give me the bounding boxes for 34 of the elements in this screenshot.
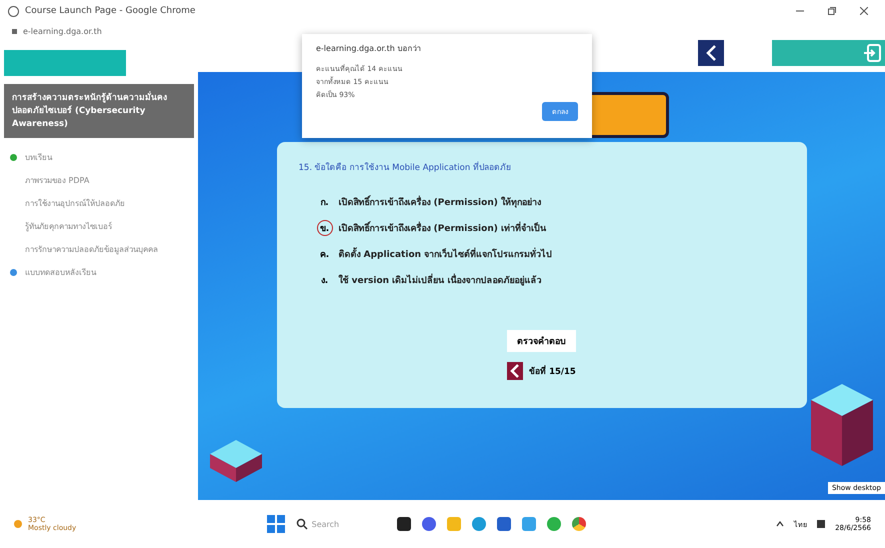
exit-icon bbox=[863, 44, 881, 62]
chevron-left-icon bbox=[705, 44, 717, 62]
chrome-icon[interactable] bbox=[572, 517, 586, 531]
chevron-up-icon[interactable] bbox=[776, 521, 784, 527]
choice-letter[interactable]: ข. bbox=[316, 220, 332, 236]
choice-text[interactable]: ติดตั้ง Application จากเว็บไซต์ที่แจกโปรแกรมทั่วไป bbox=[338, 247, 552, 261]
lesson-item[interactable]: รู้ทันภัยคุกคามทางไซเบอร์ bbox=[25, 220, 112, 234]
app-icon[interactable] bbox=[396, 517, 411, 531]
choice-letter[interactable]: ก. bbox=[316, 194, 332, 210]
chevron-left-icon bbox=[510, 364, 520, 378]
choice-text[interactable]: เปิดสิทธิ์การเข้าถึงเครื่อง (Permission) ให้ทุกอย่าง bbox=[338, 195, 541, 209]
search-icon bbox=[296, 518, 308, 530]
lesson-item[interactable]: การรักษาความปลอดภัยข้อมูลส่วนบุคคล bbox=[25, 243, 158, 256]
choice-text[interactable]: ใช้ version เดิมไม่เปลี่ยน เนื่องจากปลอดภัยอยู่แล้ว bbox=[338, 273, 542, 287]
lesson-item[interactable]: บทเรียน bbox=[25, 151, 52, 164]
dialog-title: e-learning.dga.or.th บอกว่า bbox=[316, 43, 422, 55]
choice-letter[interactable]: ง. bbox=[316, 272, 332, 288]
course-title: การสร้างความตระหนักรู้ด้านความมั่นคงปลอดภัยไซเบอร์ (Cybersecurity Awareness) bbox=[4, 84, 194, 138]
address-text[interactable]: e-learning.dga.or.th bbox=[23, 26, 102, 36]
close-icon[interactable] bbox=[860, 7, 868, 15]
start-icon[interactable] bbox=[266, 515, 285, 533]
back-button[interactable] bbox=[698, 40, 724, 66]
page-counter: ข้อที่ 15/15 bbox=[529, 364, 576, 378]
restore-icon[interactable] bbox=[828, 7, 836, 15]
lesson-item[interactable]: การใช้งานอุปกรณ์ให้ปลอดภัย bbox=[25, 197, 125, 210]
lesson-item[interactable]: ภาพรวมของ PDPA bbox=[25, 174, 90, 188]
choice-letter[interactable]: ค. bbox=[316, 246, 332, 262]
check-answer-button[interactable]: ตรวจคำตอบ bbox=[507, 330, 576, 352]
choice-text[interactable]: เปิดสิทธิ์การเข้าถึงเครื่อง (Permission) เท่าที่จำเป็น bbox=[338, 221, 546, 235]
question-text: 15. ข้อใดคือ การใช้งาน Mobile Application ที่ปลอดภัย bbox=[298, 160, 512, 174]
previous-button[interactable] bbox=[507, 362, 524, 380]
lesson-item[interactable]: แบบทดสอบหลังเรียน bbox=[25, 266, 96, 280]
window-title: Course Launch Page - Google Chrome bbox=[25, 6, 196, 16]
exit-button[interactable] bbox=[772, 40, 885, 66]
